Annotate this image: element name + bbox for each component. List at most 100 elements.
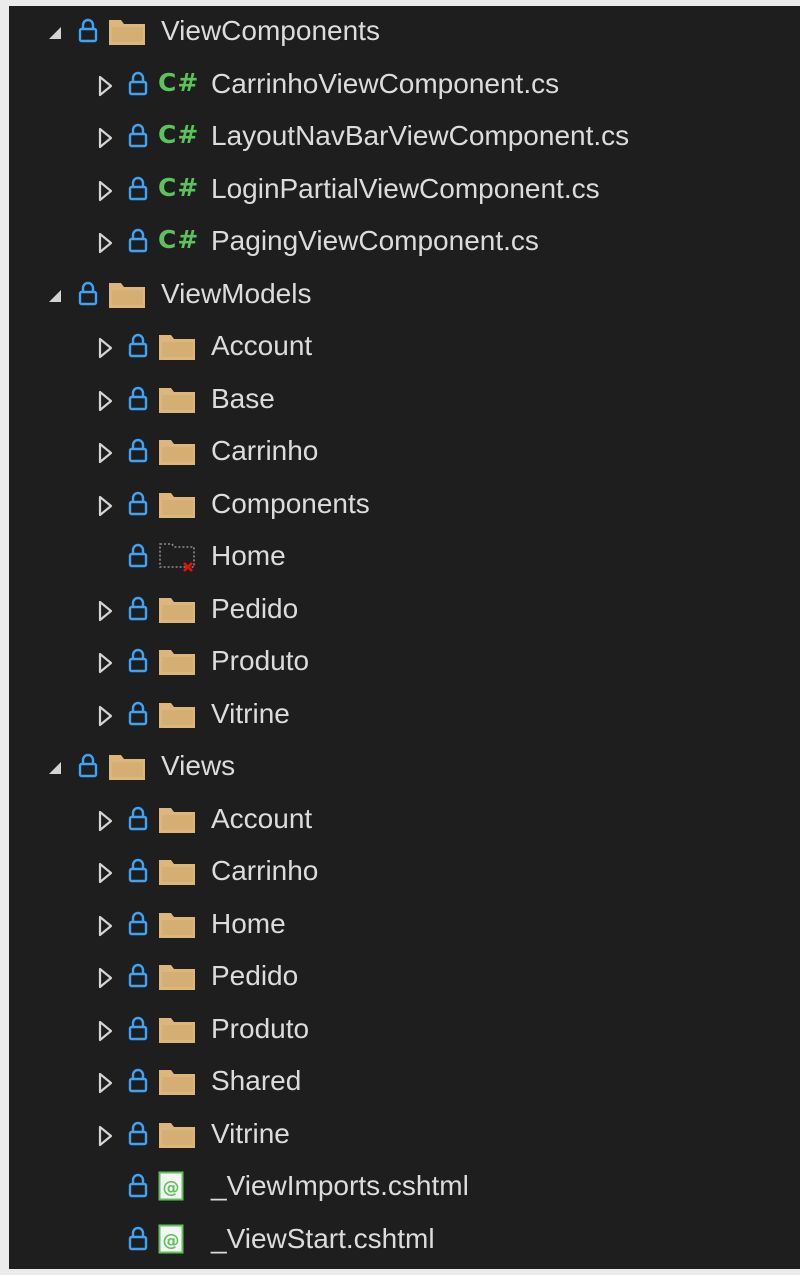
collapsed-arrow-icon[interactable] [95, 176, 117, 204]
tree-item[interactable]: Pedido [9, 951, 800, 1003]
tree-item-label: Carrinho [211, 855, 319, 886]
tree-item[interactable]: Home [9, 531, 800, 583]
tree-item-label: _ViewImports.cshtml [211, 1170, 469, 1201]
tree-item-label: Vitrine [211, 698, 290, 729]
collapsed-arrow-icon[interactable] [95, 806, 117, 834]
razor-file-icon: @ [158, 1171, 184, 1201]
collapsed-arrow-icon[interactable] [95, 911, 117, 939]
lock-icon [128, 227, 148, 253]
folder-icon [158, 911, 196, 939]
tree-item-label: _ViewStart.cshtml [211, 1223, 435, 1254]
collapsed-arrow-icon[interactable] [95, 386, 117, 414]
lock-icon [128, 1120, 148, 1146]
tree-item-label: Pedido [211, 593, 299, 624]
tree-item[interactable]: C# CarrinhoViewComponent.cs [9, 59, 800, 111]
lock-icon [128, 595, 148, 621]
missing-folder-icon [158, 541, 196, 575]
lock-icon [128, 962, 148, 988]
folder-icon [158, 438, 196, 466]
csharp-file-icon: C# [158, 225, 200, 254]
folder-icon [158, 648, 196, 676]
folder-icon [158, 1121, 196, 1149]
tree-item[interactable]: @ _ViewImports.cshtml [9, 1161, 800, 1213]
tree-item-label: Account [211, 803, 313, 834]
collapsed-arrow-icon[interactable] [95, 71, 117, 99]
tree-item-label: Home [211, 540, 286, 571]
collapsed-arrow-icon[interactable] [95, 596, 117, 624]
collapsed-arrow-icon[interactable] [95, 1068, 117, 1096]
collapsed-arrow-icon[interactable] [95, 228, 117, 256]
expanded-arrow-icon[interactable] [45, 281, 67, 309]
collapsed-arrow-icon[interactable] [95, 1121, 117, 1149]
tree-item-label: ViewComponents [161, 15, 380, 46]
tree-item[interactable]: Produto [9, 636, 800, 688]
lock-icon [128, 1067, 148, 1093]
tree-item[interactable]: Vitrine [9, 689, 800, 741]
lock-icon [128, 490, 148, 516]
tree-item-label: Produto [211, 1013, 310, 1044]
folder-icon [158, 1068, 196, 1096]
folder-icon [158, 1016, 196, 1044]
collapsed-arrow-icon[interactable] [95, 1016, 117, 1044]
tree-item[interactable]: C# LoginPartialViewComponent.cs [9, 164, 800, 216]
tree-item[interactable]: C# PagingViewComponent.cs [9, 216, 800, 268]
tree-item-label: Components [211, 488, 370, 519]
folder-icon [158, 963, 196, 991]
collapsed-arrow-icon[interactable] [95, 701, 117, 729]
csharp-file-icon: C# [158, 120, 200, 149]
collapsed-arrow-icon[interactable] [95, 963, 117, 991]
collapsed-arrow-icon[interactable] [95, 438, 117, 466]
tree-item[interactable]: ViewComponents [9, 6, 800, 58]
lock-icon [128, 1015, 148, 1041]
tree-item[interactable]: Produto [9, 1004, 800, 1056]
tree-item[interactable]: Vitrine [9, 1109, 800, 1161]
tree-item[interactable]: Account [9, 321, 800, 373]
lock-icon [128, 437, 148, 463]
collapsed-arrow-icon[interactable] [95, 123, 117, 151]
lock-icon [128, 175, 148, 201]
tree-item[interactable]: Home [9, 899, 800, 951]
tree-item-label: ViewModels [161, 278, 312, 309]
lock-icon [128, 1225, 148, 1251]
tree-item[interactable]: C# LayoutNavBarViewComponent.cs [9, 111, 800, 163]
tree-item[interactable]: Account [9, 794, 800, 846]
tree-item[interactable]: Base [9, 374, 800, 426]
tree-item[interactable]: Shared [9, 1056, 800, 1108]
folder-icon [158, 806, 196, 834]
lock-icon [128, 385, 148, 411]
collapsed-arrow-icon[interactable] [95, 858, 117, 886]
tree-item-label: Carrinho [211, 435, 319, 466]
collapsed-arrow-icon[interactable] [95, 333, 117, 361]
lock-icon [78, 280, 98, 306]
tree-item-label: CarrinhoViewComponent.cs [211, 68, 560, 99]
collapsed-arrow-icon[interactable] [95, 648, 117, 676]
tree-item[interactable]: @ _ViewStart.cshtml [9, 1214, 800, 1266]
tree-item-label: Home [211, 908, 286, 939]
lock-icon [128, 910, 148, 936]
tree-item-label: Vitrine [211, 1118, 290, 1149]
lock-icon [78, 752, 98, 778]
lock-icon [128, 332, 148, 358]
tree-item[interactable]: Pedido [9, 584, 800, 636]
expanded-arrow-icon[interactable] [45, 753, 67, 781]
expanded-arrow-icon[interactable] [45, 18, 67, 46]
csharp-file-icon: C# [158, 173, 200, 202]
folder-icon [158, 596, 196, 624]
lock-icon [128, 647, 148, 673]
lock-icon [128, 1172, 148, 1198]
tree-item-label: PagingViewComponent.cs [211, 225, 539, 256]
collapsed-arrow-icon[interactable] [95, 491, 117, 519]
tree-item[interactable]: ViewModels [9, 269, 800, 321]
tree-item[interactable]: Carrinho [9, 426, 800, 478]
solution-explorer-tree: ViewComponents C# CarrinhoViewComponent.cs… [9, 6, 800, 1269]
tree-item-label: LoginPartialViewComponent.cs [211, 173, 600, 204]
tree-item[interactable]: Components [9, 479, 800, 531]
tree-item-label: Shared [211, 1065, 302, 1096]
lock-icon [128, 122, 148, 148]
folder-icon [108, 18, 146, 46]
lock-icon [78, 17, 98, 43]
tree-item[interactable]: Views [9, 741, 800, 793]
folder-icon [108, 753, 146, 781]
lock-icon [128, 542, 148, 568]
tree-item[interactable]: Carrinho [9, 846, 800, 898]
